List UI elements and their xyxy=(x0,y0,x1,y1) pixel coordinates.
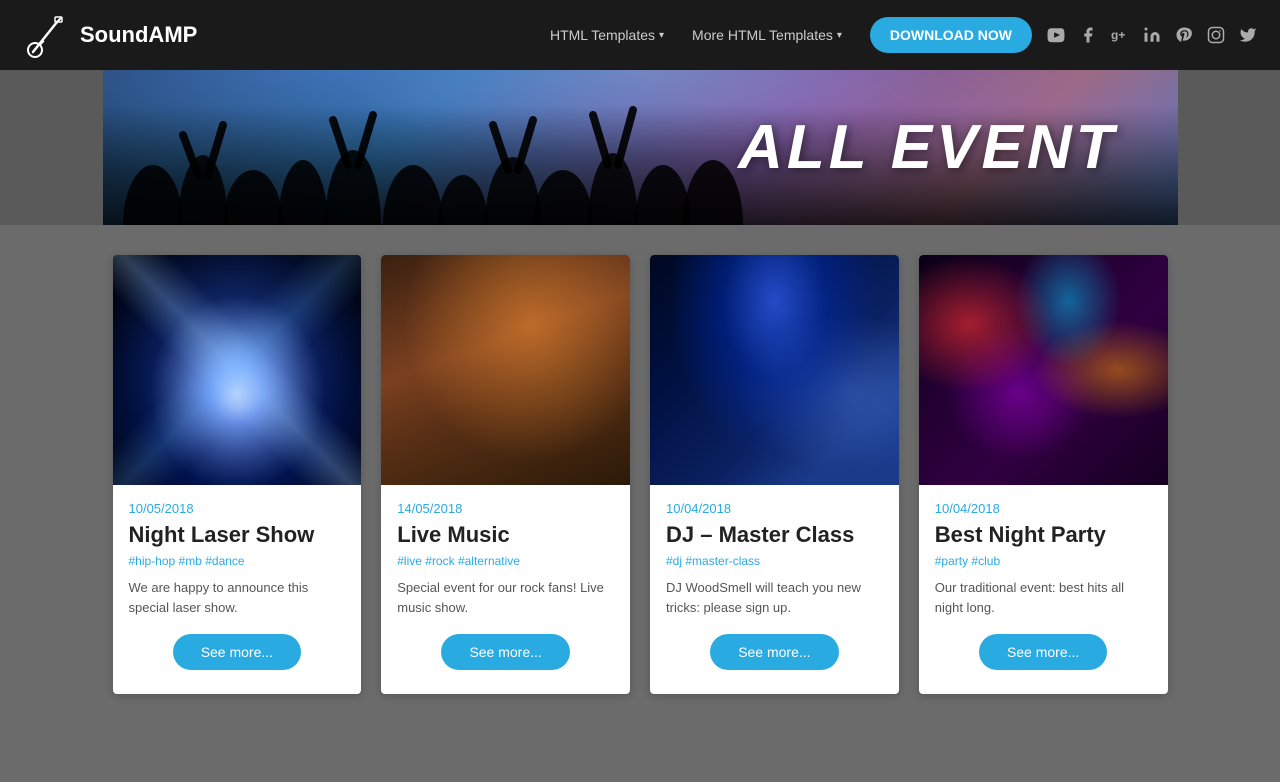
see-more-button-0[interactable]: See more... xyxy=(173,634,301,670)
main-content: 10/05/2018 Night Laser Show #hip-hop #mb… xyxy=(103,255,1178,694)
see-more-button-1[interactable]: See more... xyxy=(441,634,569,670)
event-date-1: 14/05/2018 xyxy=(397,501,614,516)
linkedin-icon[interactable] xyxy=(1140,23,1164,47)
event-title-2: DJ – Master Class xyxy=(666,522,883,548)
hero-banner: ALL EVENT xyxy=(103,70,1178,225)
event-card-body-2: 10/04/2018 DJ – Master Class #dj #master… xyxy=(650,485,899,694)
event-card: 10/05/2018 Night Laser Show #hip-hop #mb… xyxy=(113,255,362,694)
navbar: SoundAMP HTML Templates ▾ More HTML Temp… xyxy=(0,0,1280,70)
event-date-0: 10/05/2018 xyxy=(129,501,346,516)
event-desc-3: Our traditional event: best hits all nig… xyxy=(935,578,1152,618)
event-card-image-1 xyxy=(381,255,630,485)
event-card: 10/04/2018 Best Night Party #party #club… xyxy=(919,255,1168,694)
event-desc-1: Special event for our rock fans! Live mu… xyxy=(397,578,614,618)
event-title-0: Night Laser Show xyxy=(129,522,346,548)
event-title-3: Best Night Party xyxy=(935,522,1152,548)
event-tags-0: #hip-hop #mb #dance xyxy=(129,554,346,568)
hero-title: ALL EVENT xyxy=(738,112,1117,183)
events-grid: 10/05/2018 Night Laser Show #hip-hop #mb… xyxy=(113,255,1168,694)
event-desc-2: DJ WoodSmell will teach you new tricks: … xyxy=(666,578,883,618)
event-tags-1: #live #rock #alternative xyxy=(397,554,614,568)
svg-text:g+: g+ xyxy=(1111,28,1125,42)
youtube-icon[interactable] xyxy=(1044,23,1068,47)
event-title-1: Live Music xyxy=(397,522,614,548)
pinterest-icon[interactable] xyxy=(1172,23,1196,47)
facebook-icon[interactable] xyxy=(1076,23,1100,47)
event-date-3: 10/04/2018 xyxy=(935,501,1152,516)
event-card-image-2 xyxy=(650,255,899,485)
event-tags-3: #party #club xyxy=(935,554,1152,568)
twitter-icon[interactable] xyxy=(1236,23,1260,47)
event-card-body-0: 10/05/2018 Night Laser Show #hip-hop #mb… xyxy=(113,485,362,694)
more-templates-label: More HTML Templates xyxy=(692,27,833,43)
see-more-button-2[interactable]: See more... xyxy=(710,634,838,670)
event-tags-2: #dj #master-class xyxy=(666,554,883,568)
event-card: 14/05/2018 Live Music #live #rock #alter… xyxy=(381,255,630,694)
chevron-down-icon: ▾ xyxy=(659,30,664,41)
event-desc-0: We are happy to announce this special la… xyxy=(129,578,346,618)
brand-logo-icon xyxy=(20,10,70,60)
chevron-down-icon: ▾ xyxy=(837,30,842,41)
brand-link[interactable]: SoundAMP xyxy=(20,10,197,60)
event-card-image-0 xyxy=(113,255,362,485)
download-button[interactable]: DOWNLOAD NOW xyxy=(870,17,1032,53)
event-card-image-3 xyxy=(919,255,1168,485)
brand-name: SoundAMP xyxy=(80,22,197,48)
social-links: g+ xyxy=(1044,23,1260,47)
templates-label: HTML Templates xyxy=(550,27,655,43)
more-html-templates-link[interactable]: More HTML Templates ▾ xyxy=(680,19,854,51)
html-templates-link[interactable]: HTML Templates ▾ xyxy=(538,19,676,51)
event-card-body-3: 10/04/2018 Best Night Party #party #club… xyxy=(919,485,1168,694)
event-card-body-1: 14/05/2018 Live Music #live #rock #alter… xyxy=(381,485,630,694)
event-date-2: 10/04/2018 xyxy=(666,501,883,516)
instagram-icon[interactable] xyxy=(1204,23,1228,47)
event-card: 10/04/2018 DJ – Master Class #dj #master… xyxy=(650,255,899,694)
nav-links: HTML Templates ▾ More HTML Templates ▾ D… xyxy=(538,17,1044,53)
google-plus-icon[interactable]: g+ xyxy=(1108,23,1132,47)
see-more-button-3[interactable]: See more... xyxy=(979,634,1107,670)
